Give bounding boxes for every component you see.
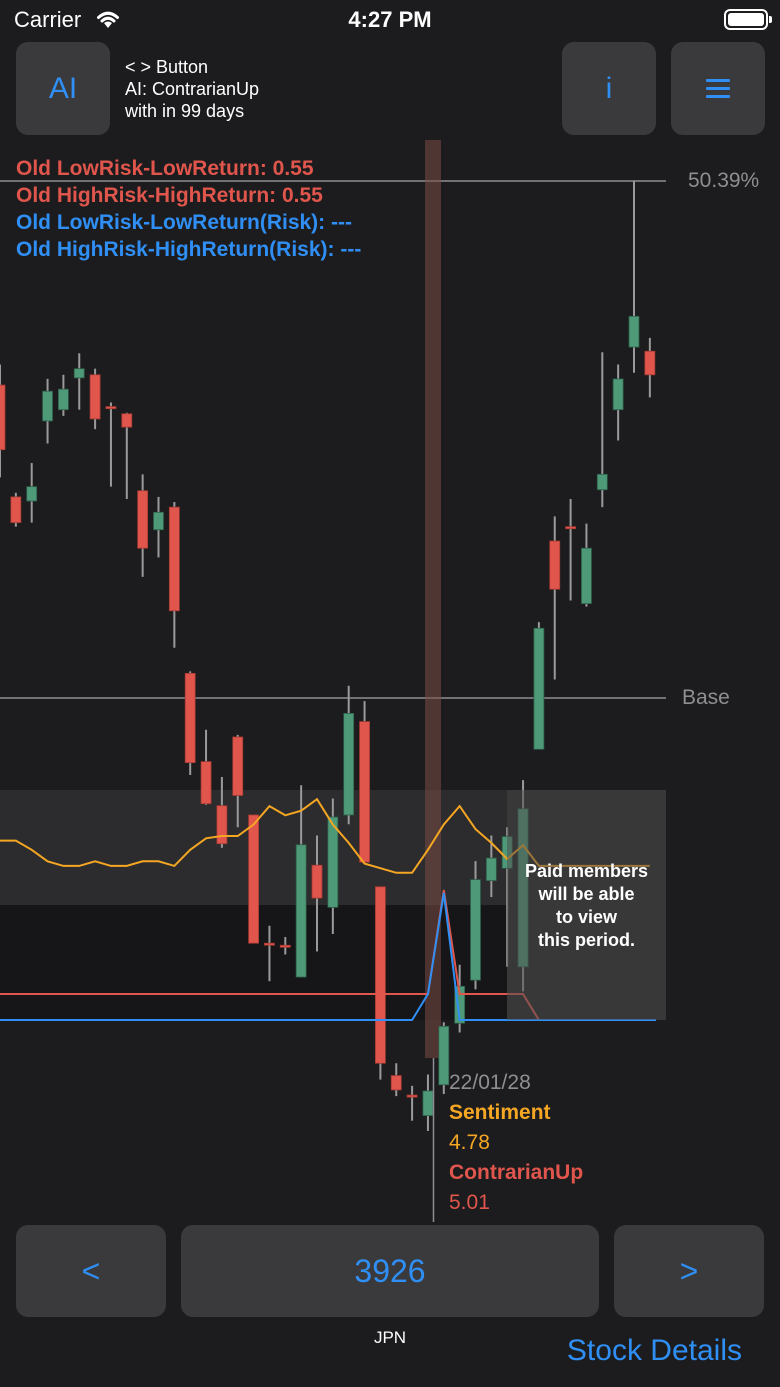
base-label: Base [682, 686, 730, 709]
next-button[interactable]: > [614, 1225, 764, 1317]
candle-body [89, 374, 101, 420]
candle-body [10, 496, 22, 523]
legend-high-risk: Old HighRisk-HighReturn: 0.55 [16, 184, 323, 207]
ai-info-line: < > Button [125, 57, 209, 77]
previous-button[interactable]: < [16, 1225, 166, 1317]
candle-body [121, 413, 133, 428]
candle-body [549, 540, 561, 590]
candle-body [42, 390, 53, 422]
candle-body [200, 761, 212, 805]
notice-line: will be able [538, 884, 635, 904]
candle-body [438, 1025, 450, 1086]
chart-legend: Old LowRisk-LowReturn: 0.55 Old HighRisk… [16, 155, 361, 263]
candle-body [153, 511, 164, 531]
candle-body [470, 879, 481, 981]
candle-body [184, 672, 196, 764]
candle-body [628, 315, 640, 348]
paid-members-notice: Paid members will be able to view this p… [507, 860, 666, 952]
candle-body [105, 406, 117, 410]
candle-body [311, 864, 323, 899]
candle-body [26, 486, 38, 502]
status-bar: Carrier 4:27 PM [0, 0, 780, 40]
candle-body [279, 944, 291, 948]
legend-low-risk-risk: Old LowRisk-LowReturn(Risk): --- [16, 211, 352, 234]
notice-line: this period. [537, 930, 635, 950]
candle-body [73, 368, 85, 379]
candle-body [168, 506, 180, 612]
candle-body [374, 886, 386, 1064]
candle-body [565, 526, 576, 530]
crosshair-tooltip: 22/01/28 Sentiment 4.78 ContrarianUp 5.0… [449, 1068, 583, 1218]
candle-body [264, 942, 275, 946]
legend-high-risk-risk: Old HighRisk-HighReturn(Risk): --- [16, 238, 362, 261]
candle-body [295, 844, 307, 978]
ai-button[interactable]: AI [16, 42, 110, 135]
market-label: JPN [373, 1328, 407, 1347]
candle-body [343, 712, 355, 816]
candle-body [248, 814, 260, 944]
tooltip-series1-name: Sentiment [449, 1101, 551, 1124]
candle-body [232, 736, 244, 796]
candle-body [390, 1075, 402, 1091]
tooltip-series2-value: 5.01 [449, 1191, 490, 1214]
notice-line: to view [555, 907, 617, 927]
ai-info-line: AI: ContrarianUp [125, 79, 260, 99]
candle-body [533, 627, 545, 750]
tooltip-series1-value: 4.78 [449, 1131, 490, 1154]
candle-body [216, 805, 228, 845]
top-percent-label: 50.39% [688, 169, 760, 192]
notice-line: Paid members [524, 861, 649, 881]
candle-body [58, 388, 69, 411]
battery-icon [724, 9, 772, 30]
clock-label: 4:27 PM [348, 7, 432, 32]
candle-body [422, 1090, 434, 1116]
candle-body [644, 350, 656, 376]
candle-body [137, 490, 149, 549]
ai-info-line: with in 99 days [125, 101, 245, 121]
candle-body [406, 1094, 418, 1098]
hamburger-icon [706, 79, 730, 98]
chart-canvas [0, 140, 666, 1222]
candle-body [485, 857, 497, 882]
candle-body [0, 384, 6, 451]
tooltip-series2-name: ContrarianUp [449, 1161, 584, 1184]
candle-body [327, 816, 339, 908]
menu-button[interactable] [671, 42, 765, 135]
candle-body [581, 547, 592, 605]
tooltip-date: 22/01/28 [449, 1071, 531, 1094]
stock-code-button[interactable]: 3926 [181, 1225, 599, 1317]
stock-chart[interactable] [0, 140, 780, 1225]
legend-low-risk: Old LowRisk-LowReturn: 0.55 [16, 157, 314, 180]
stock-details-link[interactable]: Stock Details [567, 1334, 742, 1368]
candle-body [359, 721, 370, 863]
ai-info-text: < > Button AI: ContrarianUp with in 99 d… [125, 56, 259, 122]
candle-body [612, 378, 624, 411]
candle-body [596, 473, 608, 491]
info-button[interactable]: i [562, 42, 656, 135]
